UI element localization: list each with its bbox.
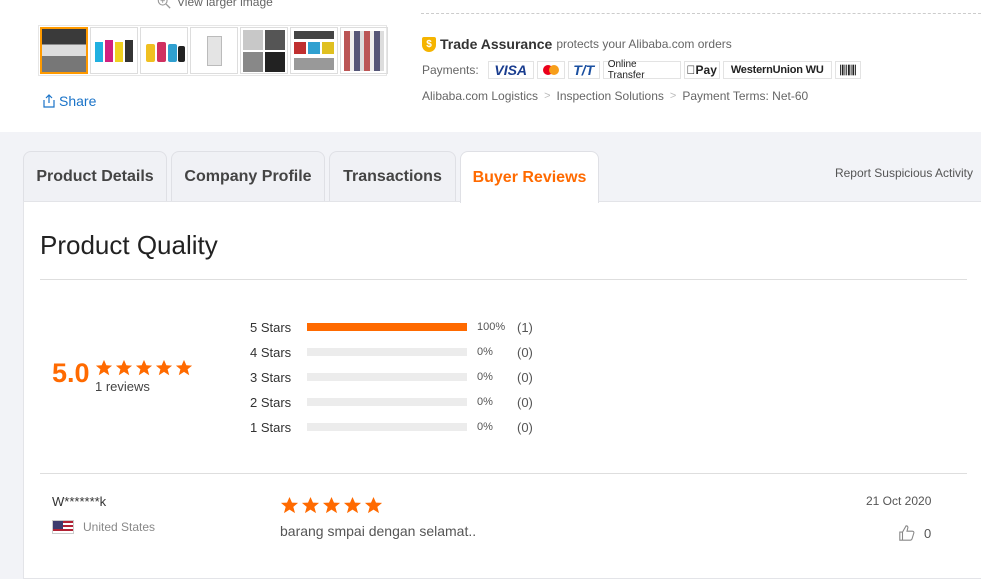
thumbnail-4[interactable] [190, 27, 238, 74]
detail-tabs: Product Details Company Profile Transact… [23, 151, 981, 203]
star-icon [175, 359, 193, 376]
view-larger-label: View larger image [177, 0, 273, 9]
rating-bar [307, 423, 467, 431]
share-label: Share [59, 93, 97, 109]
rating-row-label: 2 Stars [250, 394, 292, 410]
reviews-panel: Product Quality 5.0 1 reviews 5 Stars 10… [23, 201, 981, 579]
payment-methods: Payments: VISA T/T Online Transfer Pay … [422, 59, 861, 81]
thumbnail-7[interactable] [340, 27, 388, 74]
reviewer-name: W*******k [52, 494, 107, 509]
tt-icon: T/T [567, 61, 600, 79]
view-larger-link[interactable]: View larger image [157, 0, 273, 9]
logistics-link[interactable]: Alibaba.com Logistics [422, 89, 538, 103]
tab-transactions[interactable]: Transactions [329, 151, 456, 202]
rating-bar [307, 323, 467, 331]
tab-buyer-reviews[interactable]: Buyer Reviews [460, 151, 599, 203]
online-transfer-icon: Online Transfer [602, 59, 681, 81]
divider [40, 473, 967, 474]
share-icon [43, 94, 55, 108]
rating-percent: 0% [477, 396, 493, 408]
rating-percent: 0% [477, 421, 493, 433]
rating-count: (0) [517, 394, 533, 410]
review-text: barang smpai dengan selamat.. [280, 523, 477, 539]
trade-assurance-tail: protects your Alibaba.com orders [556, 37, 732, 51]
chevron-right-icon: > [544, 90, 551, 102]
payments-label: Payments: [422, 63, 479, 77]
payment-terms-link[interactable]: Payment Terms: Net-60 [682, 89, 808, 103]
mastercard-icon [536, 61, 565, 79]
visa-icon: VISA [487, 61, 534, 79]
apple-pay-icon: Pay [683, 61, 720, 79]
rating-row-2[interactable]: 2 Stars 0% (0) [250, 392, 533, 412]
thumbnail-3[interactable] [140, 27, 188, 74]
rating-row-3[interactable]: 3 Stars 0% (0) [250, 367, 533, 387]
rating-row-5[interactable]: 5 Stars 100% (1) [250, 317, 533, 337]
reviewer-country-label: United States [83, 520, 156, 534]
divider [421, 13, 981, 14]
star-icon [280, 496, 299, 514]
star-icon [135, 359, 153, 376]
western-union-icon: WesternUnion WU [722, 61, 832, 79]
rating-row-label: 3 Stars [250, 369, 292, 385]
rating-bar [307, 373, 467, 381]
rating-percent: 100% [477, 321, 506, 333]
thumbnail-5[interactable] [240, 27, 288, 74]
average-score: 5.0 [52, 358, 90, 388]
helpful-button[interactable]: 0 [898, 524, 931, 542]
tab-company-profile[interactable]: Company Profile [171, 151, 325, 202]
trade-assurance-title[interactable]: Trade Assurance [440, 36, 552, 52]
service-links: Alibaba.com Logistics > Inspection Solut… [422, 89, 808, 103]
star-icon [95, 359, 113, 376]
reviewer-country: United States [52, 520, 155, 534]
star-icon [322, 496, 341, 514]
rating-percent: 0% [477, 371, 493, 383]
review-count: 1 reviews [95, 379, 150, 394]
rating-count: (0) [517, 419, 533, 435]
apple-icon:  [687, 63, 696, 77]
rating-row-label: 4 Stars [250, 344, 292, 360]
review-date: 21 Oct 2020 [866, 494, 932, 508]
product-quality-heading: Product Quality [40, 230, 218, 260]
review-star-rating [280, 496, 383, 515]
rating-count: (0) [517, 344, 533, 360]
rating-count: (1) [517, 319, 533, 335]
trade-assurance: $ Trade Assurance protects your Alibaba.… [422, 36, 732, 52]
thumbs-up-icon [899, 525, 915, 541]
rating-row-label: 5 Stars [250, 319, 292, 335]
thumbnail-2[interactable] [90, 27, 138, 74]
rating-percent: 0% [477, 346, 493, 358]
report-suspicious-link[interactable]: Report Suspicious Activity [835, 166, 973, 180]
inspection-link[interactable]: Inspection Solutions [557, 89, 664, 103]
zoom-icon [157, 0, 171, 9]
us-flag-icon [52, 520, 74, 534]
rating-bar-fill [307, 323, 467, 331]
star-icon [301, 496, 320, 514]
thumbnail-1[interactable] [40, 27, 88, 74]
apple-pay-label: Pay [691, 63, 717, 77]
rating-row-4[interactable]: 4 Stars 0% (0) [250, 342, 533, 362]
star-icon [115, 359, 133, 376]
share-button[interactable]: Share [41, 93, 96, 109]
divider [40, 279, 967, 280]
star-icon [364, 496, 383, 514]
rating-count: (0) [517, 369, 533, 385]
boleto-icon [834, 61, 861, 79]
helpful-count: 0 [924, 525, 932, 541]
rating-bar [307, 348, 467, 356]
product-summary: View larger image Share $ Trade Assuranc… [0, 0, 981, 132]
chevron-right-icon: > [669, 90, 677, 102]
tab-product-details[interactable]: Product Details [23, 151, 167, 202]
rating-bar [307, 398, 467, 406]
thumbnail-6[interactable] [290, 27, 338, 74]
star-icon [155, 359, 173, 376]
star-icon [343, 496, 362, 514]
rating-row-label: 1 Stars [250, 419, 292, 435]
trade-assurance-shield-icon: $ [422, 36, 436, 52]
average-star-rating [95, 359, 193, 377]
thumbnail-strip [38, 25, 388, 76]
rating-row-1[interactable]: 1 Stars 0% (0) [250, 417, 533, 437]
